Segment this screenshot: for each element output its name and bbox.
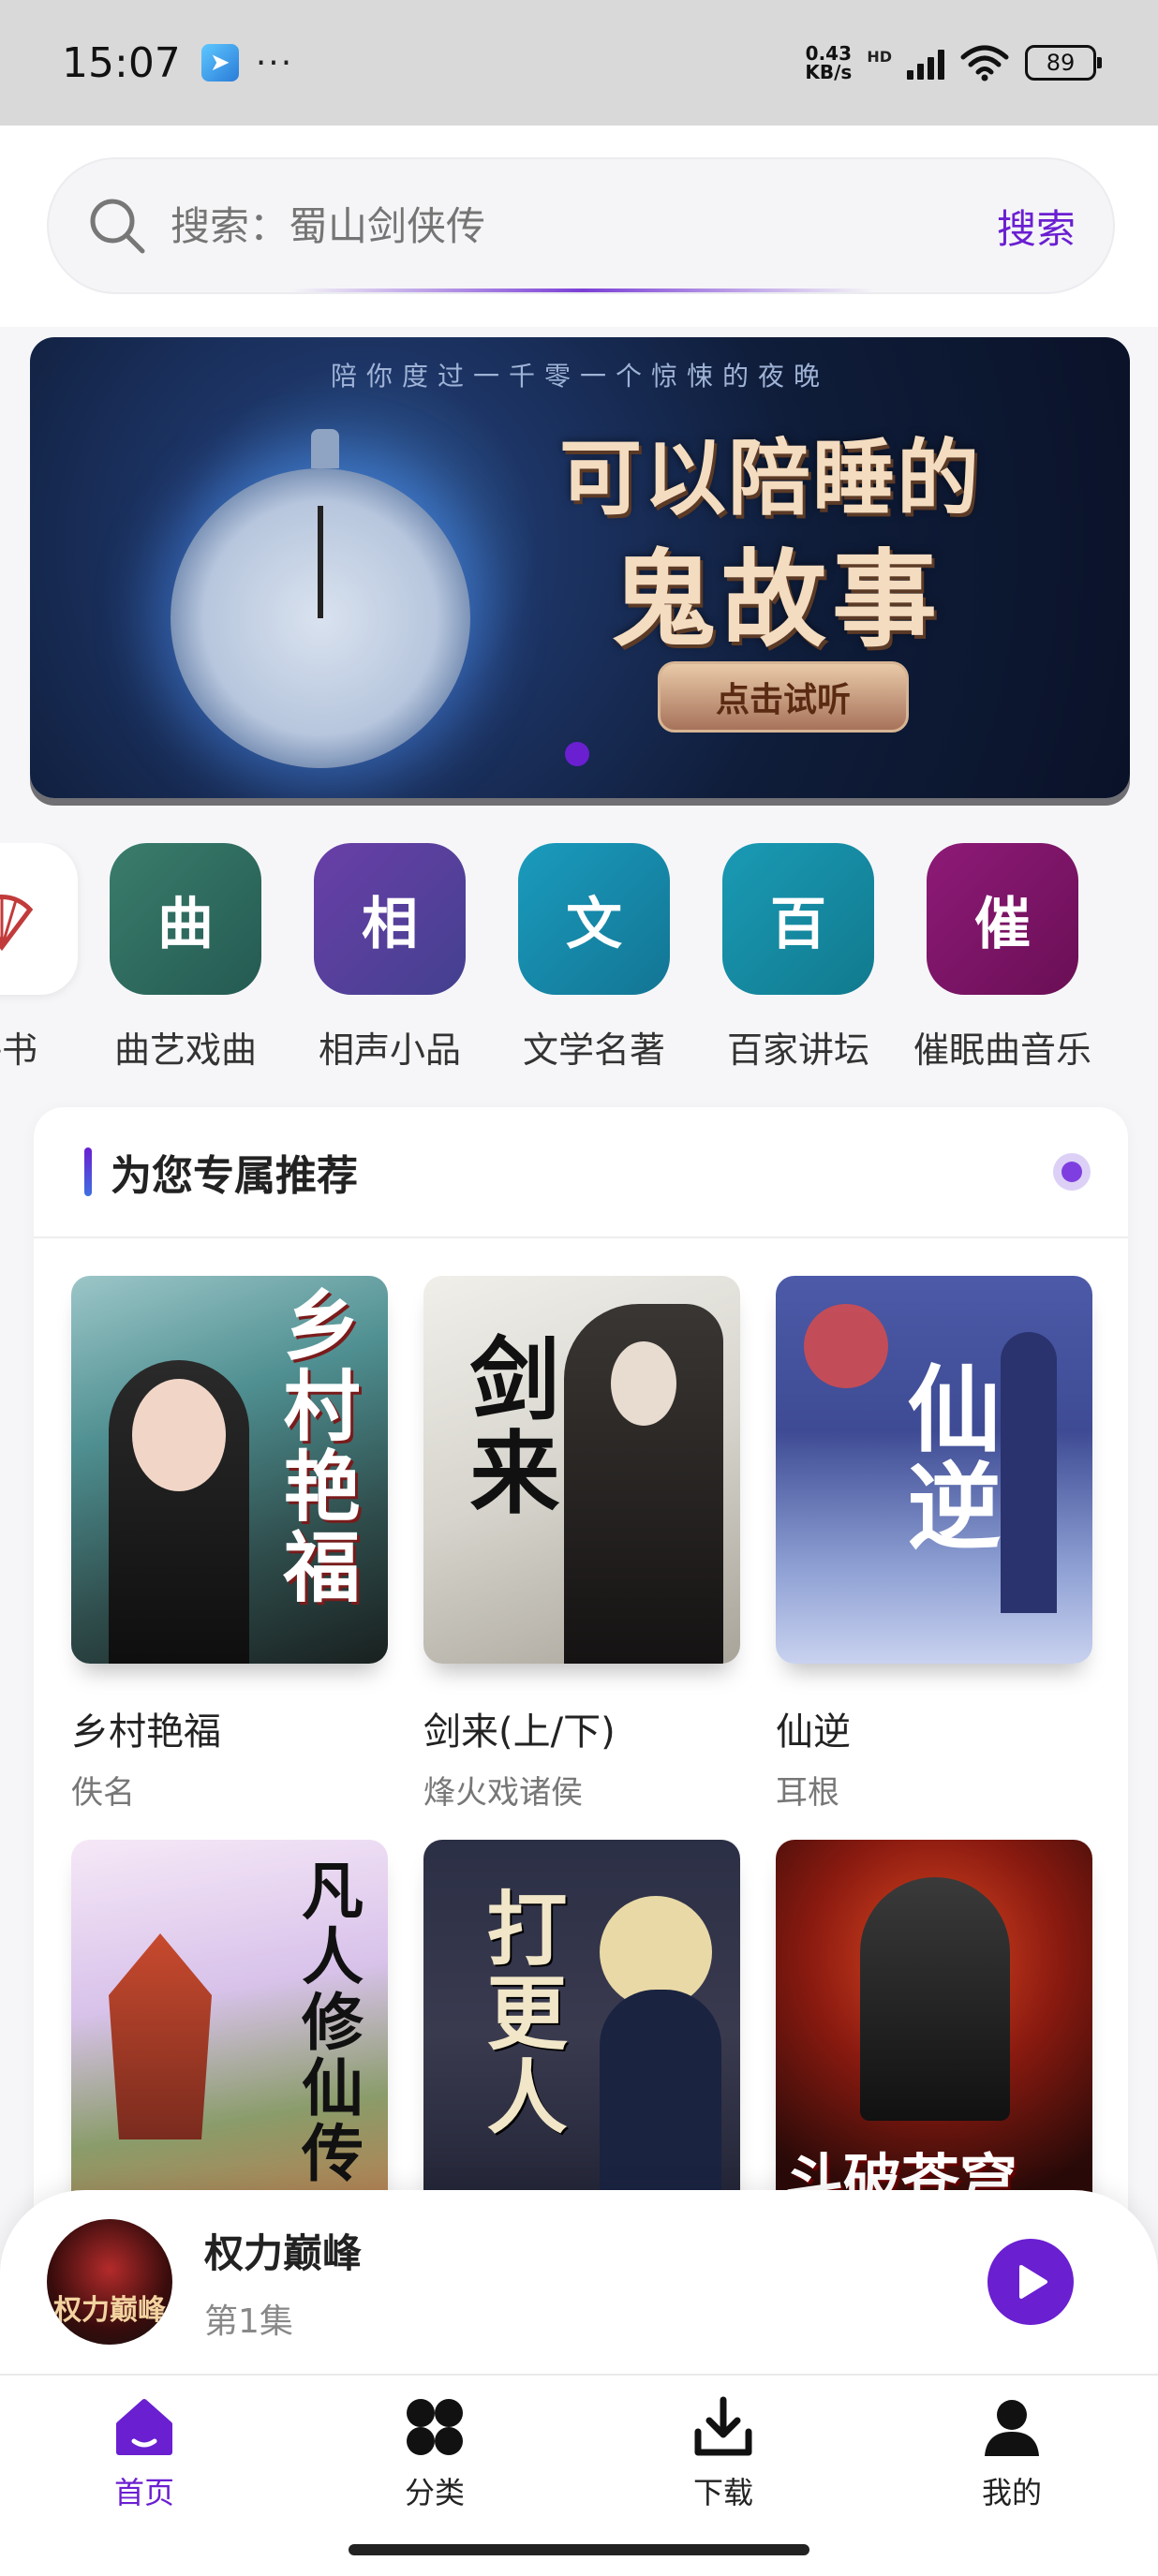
- banner-title-line1: 可以陪睡的: [559, 429, 982, 526]
- book-card[interactable]: 凡人修仙传: [71, 1840, 388, 2228]
- category-baijia[interactable]: 百 百家讲坛: [695, 843, 901, 1073]
- nav-home[interactable]: 首页: [51, 2394, 238, 2512]
- book-author: 烽火戏诸侯: [423, 1774, 583, 1812]
- status-time: 15:07: [62, 38, 181, 87]
- category-wen-icon: 文: [518, 843, 670, 995]
- search-bar[interactable]: 搜索: [47, 157, 1115, 294]
- book-author: 耳根: [776, 1774, 839, 1812]
- category-cui-icon: 催: [927, 843, 1078, 995]
- cover-title: 打更人: [472, 1887, 567, 2139]
- nav-label: 我的: [981, 2475, 1042, 2510]
- category-xiang-icon: 相: [314, 843, 466, 995]
- book-cover: 乡村艳福: [71, 1276, 388, 1664]
- cover-title: 乡村艳福: [270, 1285, 360, 1607]
- network-speed-value: 0.43: [805, 42, 853, 65]
- refresh-dot-icon[interactable]: [1053, 1153, 1091, 1191]
- network-speed-unit: KB/s: [805, 61, 853, 83]
- search-button[interactable]: 搜索: [997, 198, 1076, 255]
- book-card[interactable]: 打更人: [423, 1840, 740, 2228]
- user-icon: [985, 2400, 1039, 2456]
- promo-banner[interactable]: 陪你度过一千零一个惊悚的夜晚 可以陪睡的 鬼故事 点击试听: [30, 337, 1130, 798]
- book-cover: 凡人修仙传: [71, 1840, 388, 2228]
- play-button[interactable]: [987, 2239, 1074, 2325]
- network-speed: 0.43 KB/s: [805, 44, 852, 81]
- nav-label: 分类: [404, 2475, 465, 2510]
- telegram-icon: ➤: [200, 44, 239, 81]
- cover-title: 仙逆: [891, 1360, 1002, 1555]
- category-label: 百家讲坛: [726, 1029, 869, 1071]
- home-indicator: [349, 2544, 809, 2555]
- recommend-title: 为您专属推荐: [111, 1152, 358, 1200]
- status-bar: 15:07 ➤ ··· 0.43 KB/s HD 89: [0, 0, 1158, 126]
- banner-page-indicator: [565, 742, 589, 766]
- banner-tagline: 陪你度过一千零一个惊悚的夜晚: [330, 361, 829, 392]
- nav-label: 首页: [113, 2475, 174, 2510]
- category-label: 文学名著: [522, 1029, 665, 1071]
- book-card[interactable]: 剑来 剑来(上/下) 烽火戏诸侯: [423, 1276, 740, 1813]
- player-info: 权力巅峰 第1集: [204, 2222, 362, 2343]
- cover-title: 凡人修仙传: [291, 1858, 364, 2186]
- banner-listen-button[interactable]: 点击试听: [658, 661, 909, 733]
- category-label: 曲艺戏曲: [113, 1029, 257, 1071]
- book-cover: 打更人: [423, 1840, 740, 2228]
- category-cuimian[interactable]: 催 催眠曲音乐: [899, 843, 1106, 1073]
- fan-icon: [0, 843, 78, 995]
- section-accent-bar: [84, 1147, 92, 1196]
- player-cover: 权力巅峰: [47, 2219, 172, 2345]
- signal-icon: [907, 46, 944, 80]
- category-bai-icon: 百: [722, 843, 874, 995]
- pocket-watch-image: [171, 429, 470, 768]
- book-card[interactable]: 斗破苍穹: [776, 1840, 1092, 2228]
- category-label: 相声小品: [318, 1029, 461, 1071]
- home-icon: [116, 2399, 172, 2455]
- hd-indicator: HD: [867, 48, 892, 66]
- book-title: 乡村艳福: [71, 1710, 221, 1754]
- player-episode: 第1集: [204, 2302, 293, 2341]
- category-row: 评书 曲 曲艺戏曲 相 相声小品 文 文学名著 百 百家讲坛 催 催眠曲音乐: [0, 843, 1158, 1087]
- category-qu-icon: 曲: [110, 843, 261, 995]
- wifi-icon: [960, 45, 1009, 81]
- book-title: 剑来(上/下): [423, 1710, 616, 1754]
- book-cover: 剑来: [423, 1276, 740, 1664]
- book-cover: 仙逆: [776, 1276, 1092, 1664]
- book-card[interactable]: 仙逆 仙逆 耳根: [776, 1276, 1092, 1813]
- battery-indicator: 89: [1025, 45, 1102, 81]
- book-author: 佚名: [71, 1774, 135, 1812]
- nav-label: 下载: [692, 2475, 753, 2510]
- nav-download[interactable]: 下载: [630, 2394, 817, 2512]
- download-icon: [694, 2396, 752, 2456]
- category-label: 评书: [0, 1029, 37, 1071]
- recommend-header: 为您专属推荐: [34, 1107, 1128, 1238]
- book-cover: 斗破苍穹: [776, 1840, 1092, 2228]
- mini-player[interactable]: 权力巅峰 权力巅峰 第1集: [0, 2190, 1158, 2374]
- grid-icon: [407, 2399, 463, 2455]
- cover-title: 剑来: [454, 1332, 560, 1519]
- category-quyi[interactable]: 曲 曲艺戏曲: [82, 843, 289, 1073]
- category-wenxue[interactable]: 文 文学名著: [491, 843, 697, 1073]
- search-input[interactable]: [171, 202, 997, 249]
- book-title: 仙逆: [776, 1710, 851, 1754]
- category-xiangsheng[interactable]: 相 相声小品: [287, 843, 493, 1073]
- play-icon: [1019, 2265, 1047, 2299]
- more-notifications-icon: ···: [255, 43, 294, 82]
- search-icon: [90, 199, 145, 254]
- header: 搜索: [0, 126, 1158, 327]
- nav-category[interactable]: 分类: [341, 2394, 528, 2512]
- category-label: 催眠曲音乐: [913, 1029, 1091, 1071]
- nav-profile[interactable]: 我的: [918, 2394, 1106, 2512]
- player-title: 权力巅峰: [204, 2229, 363, 2276]
- book-card[interactable]: 乡村艳福 乡村艳福 佚名: [71, 1276, 388, 1813]
- player-cover-text: 权力巅峰: [53, 2294, 166, 2327]
- banner-title-line2: 鬼故事: [611, 539, 943, 661]
